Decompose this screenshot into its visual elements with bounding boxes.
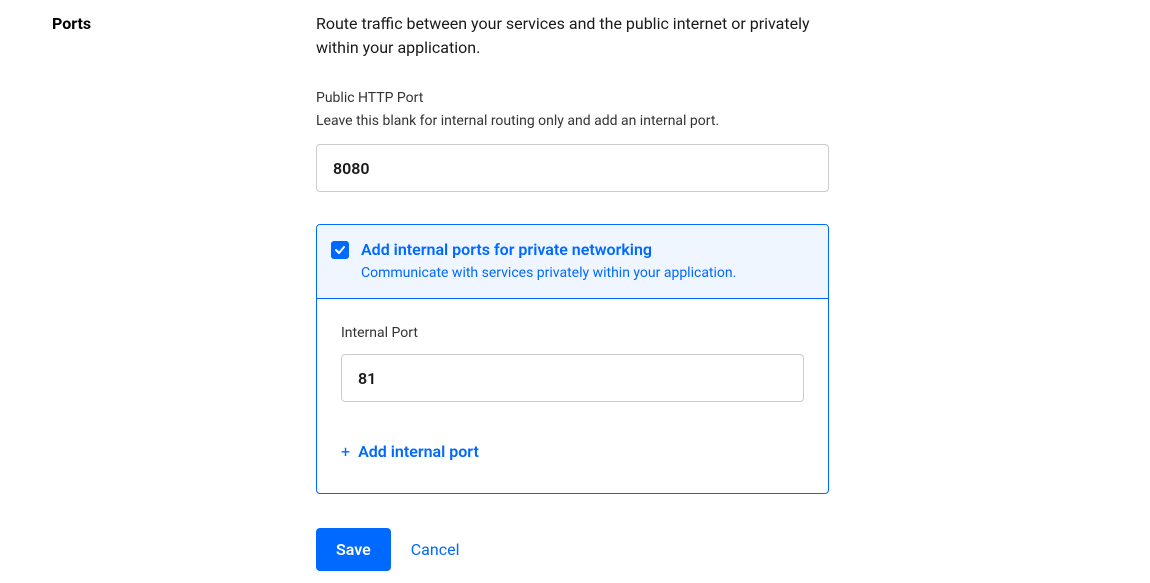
check-icon [334,244,346,256]
save-button[interactable]: Save [316,528,391,571]
internal-ports-title: Add internal ports for private networkin… [361,239,814,261]
add-internal-port-button[interactable]: + Add internal port [341,442,479,461]
section-title: Ports [52,12,316,36]
cancel-button[interactable]: Cancel [411,540,460,559]
internal-port-label: Internal Port [341,323,804,344]
plus-icon: + [341,442,350,461]
internal-ports-section: Add internal ports for private networkin… [316,224,829,494]
public-port-help: Leave this blank for internal routing on… [316,111,956,132]
internal-ports-checkbox[interactable] [331,241,349,259]
public-port-label: Public HTTP Port [316,88,956,109]
internal-port-input[interactable] [341,354,804,402]
internal-ports-subtitle: Communicate with services privately with… [361,263,814,284]
public-port-input[interactable] [316,144,829,192]
section-description: Route traffic between your services and … [316,12,836,60]
add-internal-port-label: Add internal port [358,442,479,461]
internal-ports-header: Add internal ports for private networkin… [317,225,828,299]
